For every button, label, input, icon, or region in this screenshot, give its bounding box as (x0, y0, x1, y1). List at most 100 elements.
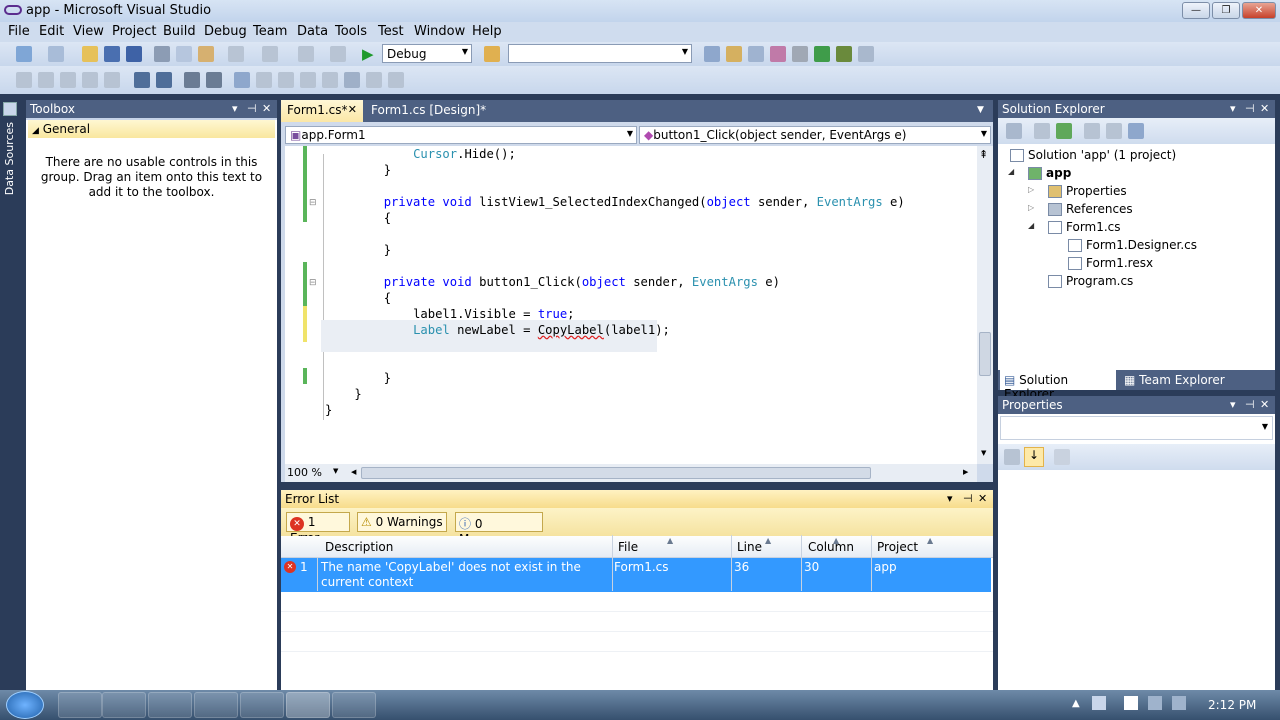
find-combo[interactable]: ▼ (508, 44, 692, 63)
zoom-chevron-icon[interactable]: ▼ (333, 467, 338, 475)
previous-bookmark-folder-icon[interactable] (300, 72, 316, 88)
show-all-files-icon[interactable] (1034, 123, 1050, 139)
menu-view[interactable]: View (73, 24, 104, 39)
dropdown-icon[interactable]: ▾ (232, 102, 238, 115)
expand-arrow-icon[interactable]: ▷ (1028, 185, 1034, 194)
editor-vertical-scrollbar[interactable]: ⇞ ▼ (977, 146, 993, 464)
tab-form1-cs[interactable]: Form1.cs* ✕ (281, 100, 363, 122)
collapse-arrow-icon[interactable]: ◢ (1028, 221, 1034, 230)
previous-bookmark-icon[interactable] (256, 72, 272, 88)
decrease-indent-icon[interactable] (184, 72, 200, 88)
pin-icon[interactable]: ⊣ (247, 102, 257, 115)
member-dropdown[interactable]: ◆button1_Click(object sender, EventArgs … (639, 126, 991, 144)
align-middles-icon[interactable] (104, 72, 120, 88)
tab-form1-design[interactable]: Form1.cs [Design]* (365, 100, 492, 122)
paste-icon[interactable] (198, 46, 214, 62)
error-row[interactable]: ✕ 1 The name 'CopyLabel' does not exist … (281, 557, 991, 592)
menu-window[interactable]: Window (414, 24, 465, 39)
bookmark-icon[interactable] (234, 72, 250, 88)
solution-configuration-dropdown[interactable]: Debug ▼ (382, 44, 472, 63)
network-icon[interactable] (1148, 696, 1162, 710)
column-file[interactable]: File (618, 540, 638, 554)
solution-tree-item[interactable]: ◢ Form1.cs (998, 219, 1275, 237)
errors-filter-button[interactable]: ✕ 1 Error (286, 512, 350, 545)
collapse-region-icon[interactable]: ⊟ (309, 198, 317, 208)
warnings-filter-button[interactable]: ⚠ 0 Warnings (357, 512, 447, 532)
menu-test[interactable]: Test (378, 24, 404, 39)
bookmarks-window-icon[interactable] (388, 72, 404, 88)
close-icon[interactable]: ✕ (978, 492, 987, 505)
add-item-icon[interactable] (48, 46, 64, 62)
alphabetical-icon[interactable]: ↓ (1024, 447, 1044, 467)
collapse-region-icon[interactable]: ⊟ (309, 278, 317, 288)
expand-arrow-icon[interactable]: ▷ (1028, 203, 1034, 212)
class-view-icon[interactable] (836, 46, 852, 62)
column-line[interactable]: Line (737, 540, 762, 554)
tab-solution-explorer[interactable]: ▤ Solution Explorer (1000, 370, 1116, 401)
object-browser-icon[interactable] (748, 46, 764, 62)
column-project[interactable]: Project (877, 540, 918, 554)
other-windows-icon[interactable] (858, 46, 874, 62)
properties-window-icon[interactable] (726, 46, 742, 62)
notification-icon[interactable] (1092, 696, 1106, 710)
increase-indent-icon[interactable] (206, 72, 222, 88)
data-sources-tab[interactable]: Data Sources (3, 122, 16, 195)
horizontal-scroll-thumb[interactable] (361, 467, 871, 479)
tab-list-dropdown-icon[interactable]: ▼ (977, 105, 984, 115)
new-project-icon[interactable] (16, 46, 32, 62)
toolbox-group-general[interactable]: ◢ General (28, 120, 275, 138)
data-sources-icon[interactable] (3, 102, 17, 116)
start-button[interactable] (6, 691, 44, 719)
scroll-right-icon[interactable]: ▶ (963, 468, 968, 476)
network-app-icon[interactable] (240, 692, 284, 718)
column-description[interactable]: Description (325, 540, 393, 554)
redo-icon[interactable] (262, 46, 278, 62)
scroll-left-icon[interactable]: ◀ (351, 468, 356, 476)
cut-icon[interactable] (154, 46, 170, 62)
file-explorer-icon[interactable] (148, 692, 192, 718)
solution-tree-item[interactable]: Solution 'app' (1 project) (998, 147, 1275, 165)
column-column[interactable]: Column (808, 540, 854, 554)
next-bookmark-folder-icon[interactable] (322, 72, 338, 88)
solution-tree-item[interactable]: Form1.Designer.cs (998, 237, 1275, 255)
save-all-icon[interactable] (126, 46, 142, 62)
start-debugging-icon[interactable]: ▶ (362, 45, 374, 63)
save-icon[interactable] (104, 46, 120, 62)
menu-team[interactable]: Team (253, 24, 287, 39)
split-icon[interactable]: ⇞ (979, 148, 988, 161)
solution-tree-item[interactable]: ◢ app (998, 165, 1275, 183)
align-rights-icon[interactable] (60, 72, 76, 88)
solution-tree-item[interactable]: ▷ References (998, 201, 1275, 219)
tab-team-explorer[interactable]: ▦ Team Explorer (1120, 370, 1229, 390)
clock[interactable]: 2:12 PM (1208, 698, 1256, 712)
internet-explorer-icon[interactable] (58, 692, 102, 718)
open-file-icon[interactable] (82, 46, 98, 62)
find-in-files-icon[interactable] (484, 46, 500, 62)
navigate-backward-icon[interactable] (298, 46, 314, 62)
menu-file[interactable]: File (8, 24, 30, 39)
menu-build[interactable]: Build (163, 24, 196, 39)
menu-edit[interactable]: Edit (39, 24, 64, 39)
close-button[interactable]: ✕ (1242, 2, 1276, 19)
properties-icon[interactable] (1006, 123, 1022, 139)
solution-tree-item[interactable]: Form1.resx (998, 255, 1275, 273)
close-tab-icon[interactable]: ✕ (348, 103, 357, 116)
show-hidden-icons-icon[interactable]: ▲ (1072, 698, 1080, 709)
pin-icon[interactable]: ⊣ (1245, 398, 1255, 411)
collapse-arrow-icon[interactable]: ◢ (1008, 167, 1014, 176)
dropdown-icon[interactable]: ▾ (1230, 102, 1236, 115)
scroll-down-icon[interactable]: ▼ (981, 449, 986, 457)
toggle-bookmark-icon[interactable] (366, 72, 382, 88)
toolbox-icon[interactable] (770, 46, 786, 62)
visual-studio-taskbar-icon[interactable] (286, 692, 330, 718)
action-center-flag-icon[interactable] (1124, 696, 1138, 710)
menu-help[interactable]: Help (472, 24, 502, 39)
view-designer-icon[interactable] (1106, 123, 1122, 139)
messages-filter-button[interactable]: ⓘ 0 Messages (455, 512, 543, 546)
zoom-level[interactable]: 100 % (287, 466, 322, 479)
class-dropdown[interactable]: ▣app.Form1 ▼ (285, 126, 637, 144)
code-editor[interactable]: ⊟ ⊟ Cursor.Hide(); } private void listVi… (285, 146, 977, 464)
firefox-icon[interactable] (102, 692, 146, 718)
navigate-forward-icon[interactable] (330, 46, 346, 62)
pin-icon[interactable]: ⊣ (1245, 102, 1255, 115)
